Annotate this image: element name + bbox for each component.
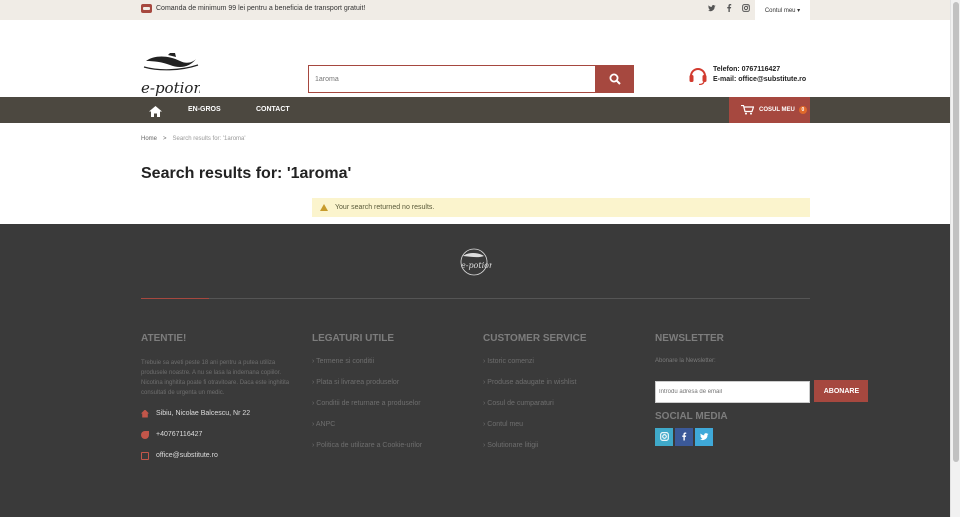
footer-link[interactable]: Plata si livrarea produselor (312, 379, 422, 400)
envelope-icon (141, 451, 149, 460)
phone-icon (141, 430, 149, 439)
breadcrumb-separator: > (163, 136, 167, 142)
search-form (308, 65, 634, 93)
phone-label: Telefon: 0767116427 (713, 66, 781, 73)
cart-icon (741, 105, 754, 115)
cart-label: COSUL MEU (759, 107, 795, 113)
instagram-icon[interactable] (742, 4, 750, 14)
address-text: Sibiu, Nicolae Balcescu, Nr 22 (156, 410, 251, 417)
footer-col-attention: ATENTIE! Trebuie sa aveti peste 18 ani p… (141, 333, 291, 465)
email-text[interactable]: office@substitute.ro (156, 452, 218, 459)
main-navigation: EN-GROS CONTACT COSUL MEU 0 (0, 97, 950, 123)
email-row: office@substitute.ro (141, 446, 291, 465)
cart-button[interactable]: COSUL MEU 0 (729, 97, 810, 123)
page-title: Search results for: '1aroma' (141, 165, 352, 182)
footer-col-title: LEGATURI UTILE (312, 333, 395, 344)
contact-info: Telefon: 0767116427 E-mail: office@subst… (688, 65, 806, 85)
attention-text: Trebuie sa aveti peste 18 ani pentru a p… (141, 360, 290, 396)
subscribe-button[interactable]: ABONARE (814, 380, 869, 402)
instagram-icon[interactable] (655, 427, 673, 446)
home-icon (141, 409, 149, 418)
breadcrumb: Home > Search results for: '1aroma' (141, 136, 246, 142)
cart-count-badge: 0 (798, 106, 807, 114)
footer-link[interactable]: Istoric comenzi (483, 358, 587, 379)
twitter-icon[interactable] (708, 4, 716, 14)
breadcrumb-home[interactable]: Home (141, 136, 157, 142)
breadcrumb-current: Search results for: '1aroma' (172, 136, 246, 142)
notice-text: Your search returned no results. (335, 204, 435, 211)
account-dropdown[interactable]: Contul meu ▾ (755, 0, 810, 20)
footer-col-title: ATENTIE! (141, 333, 187, 344)
top-bar: Comanda de minimum 99 lei pentru a benef… (0, 0, 950, 20)
svg-text:e-potion: e-potion (141, 79, 200, 97)
twitter-icon[interactable] (695, 427, 713, 446)
footer-col-newsletter: NEWSLETTER Abonare la Newsletter: ABONAR… (655, 333, 869, 446)
header: e-potion Telefon: 0767116427 E-mail: off… (0, 20, 950, 98)
footer-divider (141, 298, 810, 299)
no-results-notice: Your search returned no results. (312, 198, 810, 217)
svg-text:e-potion: e-potion (461, 261, 492, 270)
footer-col-customer-service: CUSTOMER SERVICE Istoric comenzi Produse… (483, 333, 587, 463)
nav-item-en-gros[interactable]: EN-GROS (188, 106, 221, 113)
shipping-promo: Comanda de minimum 99 lei pentru a benef… (141, 4, 365, 13)
footer-link[interactable]: Conditii de returnare a produselor (312, 400, 422, 421)
footer-col-useful-links: LEGATURI UTILE Termene si conditii Plata… (312, 333, 422, 463)
footer-link[interactable]: Termene si conditii (312, 358, 422, 379)
footer-link[interactable]: Cosul de cumparaturi (483, 400, 587, 421)
home-icon[interactable] (149, 104, 162, 122)
vertical-scrollbar[interactable] (950, 0, 960, 517)
warning-icon (320, 204, 328, 211)
phone-row: +40767116427 (141, 425, 291, 444)
truck-icon (141, 4, 152, 13)
page: Comanda de minimum 99 lei pentru a benef… (0, 0, 950, 517)
footer-link[interactable]: ANPC (312, 421, 422, 442)
footer: e-potion ATENTIE! Trebuie sa aveti peste… (0, 224, 950, 517)
scrollbar-thumb[interactable] (953, 2, 959, 462)
footer-link[interactable]: Politica de utilizare a Cookie-urilor (312, 442, 422, 463)
facebook-icon[interactable] (675, 427, 693, 446)
top-social-links (708, 4, 750, 14)
footer-link[interactable]: Contul meu (483, 421, 587, 442)
footer-col-title: NEWSLETTER (655, 333, 724, 344)
address-row: Sibiu, Nicolae Balcescu, Nr 22 (141, 404, 291, 423)
search-input[interactable] (308, 65, 595, 93)
social-media-title: SOCIAL MEDIA (655, 410, 728, 422)
search-button[interactable] (595, 65, 634, 93)
facebook-icon[interactable] (725, 4, 733, 14)
newsletter-label: Abonare la Newsletter: (655, 358, 716, 364)
social-media-links (655, 427, 868, 446)
nav-item-contact[interactable]: CONTACT (256, 106, 290, 113)
search-icon (609, 73, 621, 85)
footer-link[interactable]: Solutionare litigii (483, 442, 587, 463)
headset-icon (689, 68, 707, 85)
phone-text[interactable]: +40767116427 (156, 431, 202, 438)
footer-link[interactable]: Produse adaugate in wishlist (483, 379, 587, 400)
footer-logo: e-potion (460, 248, 492, 276)
newsletter-email-input[interactable] (655, 380, 810, 403)
email-label: E-mail: office@substitute.ro (713, 76, 807, 83)
promo-text: Comanda de minimum 99 lei pentru a benef… (156, 5, 366, 12)
footer-col-title: CUSTOMER SERVICE (483, 333, 587, 344)
